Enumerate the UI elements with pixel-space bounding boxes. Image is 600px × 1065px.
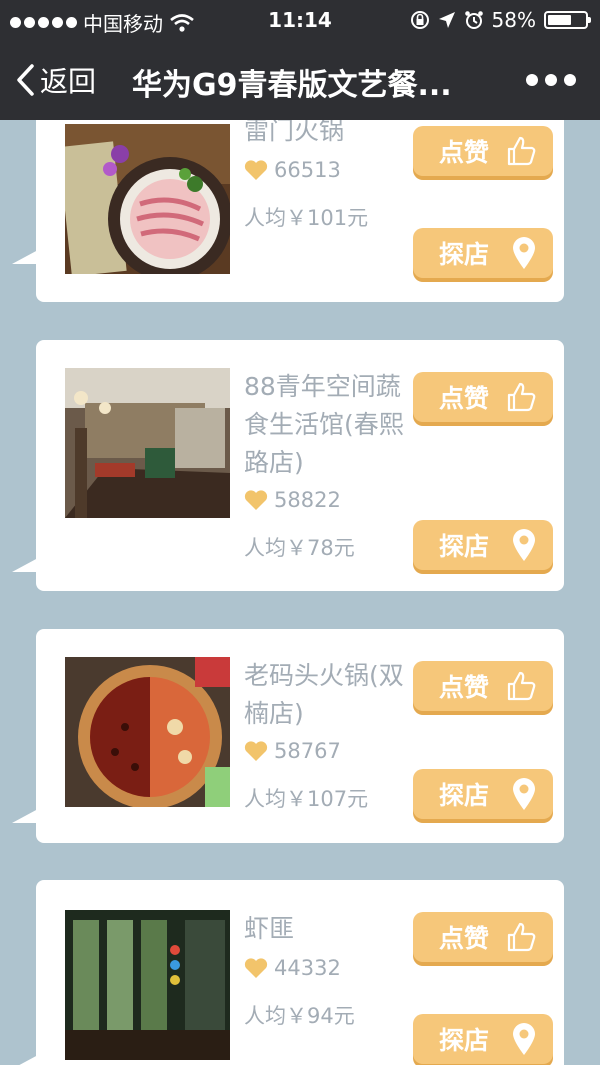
heart-icon bbox=[244, 958, 268, 978]
like-button[interactable]: 点赞 bbox=[413, 372, 553, 422]
like-count: 66513 bbox=[244, 158, 341, 182]
average-price: 人均￥101元 bbox=[244, 206, 369, 230]
like-button[interactable]: 点赞 bbox=[413, 912, 553, 962]
restaurant-card: 88青年空间蔬食生活馆(春熙路店) 58822 人均￥78元 点赞 探店 bbox=[12, 340, 564, 591]
restaurant-name: 雷门火锅 bbox=[244, 120, 345, 145]
more-menu-button[interactable] bbox=[526, 74, 576, 86]
restaurant-photo[interactable] bbox=[65, 124, 230, 274]
rotation-lock-icon bbox=[410, 11, 429, 29]
like-count-value: 58767 bbox=[274, 739, 341, 763]
thumbs-up-icon bbox=[507, 922, 536, 952]
restaurant-photo[interactable] bbox=[65, 910, 230, 1060]
thumbs-up-icon bbox=[507, 671, 536, 701]
visit-button-label: 探店 bbox=[439, 240, 490, 269]
average-price: 人均￥107元 bbox=[244, 787, 369, 811]
visit-button-label: 探店 bbox=[439, 1026, 490, 1055]
restaurant-photo[interactable] bbox=[65, 657, 230, 807]
thumbs-up-icon bbox=[507, 136, 536, 166]
back-label: 返回 bbox=[40, 65, 97, 98]
speech-tail bbox=[12, 809, 38, 823]
status-bar: 中国移动 11:14 58% bbox=[0, 0, 600, 40]
visit-button[interactable]: 探店 bbox=[413, 1014, 553, 1064]
battery-icon bbox=[544, 11, 591, 29]
page-title: 华为G9青春版文艺餐... bbox=[132, 68, 452, 103]
visit-button[interactable]: 探店 bbox=[413, 520, 553, 570]
like-button[interactable]: 点赞 bbox=[413, 661, 553, 711]
speech-tail bbox=[12, 250, 38, 264]
heart-icon bbox=[244, 741, 268, 761]
battery-percent: 58% bbox=[491, 8, 536, 32]
like-count: 58767 bbox=[244, 739, 341, 763]
location-pin-icon bbox=[513, 778, 535, 810]
like-count-value: 44332 bbox=[274, 956, 341, 980]
speech-tail bbox=[12, 558, 38, 572]
visit-button-label: 探店 bbox=[439, 532, 490, 561]
location-pin-icon bbox=[513, 237, 535, 269]
like-button[interactable]: 点赞 bbox=[413, 126, 553, 176]
speech-tail bbox=[12, 1055, 38, 1065]
back-button[interactable]: 返回 bbox=[14, 60, 96, 100]
alarm-icon bbox=[464, 11, 483, 29]
chevron-left-icon bbox=[17, 64, 34, 96]
like-button-label: 点赞 bbox=[439, 138, 490, 167]
thumbs-up-icon bbox=[507, 382, 536, 412]
like-count-value: 66513 bbox=[274, 158, 341, 182]
like-count: 44332 bbox=[244, 956, 341, 980]
restaurant-name: 88青年空间蔬食生活馆(春熙路店) bbox=[244, 372, 404, 477]
visit-button[interactable]: 探店 bbox=[413, 769, 553, 819]
average-price: 人均￥78元 bbox=[244, 536, 355, 560]
restaurant-photo[interactable] bbox=[65, 368, 230, 518]
restaurant-list[interactable]: 雷门火锅 66513 人均￥101元 点赞 探店 88青年空间蔬食生活馆(春熙路… bbox=[0, 120, 600, 1065]
location-pin-icon bbox=[513, 1023, 535, 1055]
like-button-label: 点赞 bbox=[439, 673, 490, 702]
location-arrow-icon bbox=[438, 12, 455, 28]
average-price: 人均￥94元 bbox=[244, 1004, 355, 1028]
restaurant-card: 雷门火锅 66513 人均￥101元 点赞 探店 bbox=[12, 120, 564, 302]
status-right: 58% bbox=[410, 8, 591, 32]
restaurant-card: 老码头火锅(双楠店) 58767 人均￥107元 点赞 探店 bbox=[12, 629, 564, 843]
restaurant-name: 虾匪 bbox=[244, 914, 295, 943]
visit-button-label: 探店 bbox=[439, 781, 490, 810]
like-count-value: 58822 bbox=[274, 488, 341, 512]
like-button-label: 点赞 bbox=[439, 384, 490, 413]
restaurant-name: 老码头火锅(双楠店) bbox=[244, 661, 404, 728]
like-count: 58822 bbox=[244, 488, 341, 512]
location-pin-icon bbox=[513, 529, 535, 561]
heart-icon bbox=[244, 160, 268, 180]
navigation-bar: 返回 华为G9青春版文艺餐... bbox=[0, 40, 600, 120]
heart-icon bbox=[244, 490, 268, 510]
like-button-label: 点赞 bbox=[439, 924, 490, 953]
visit-button[interactable]: 探店 bbox=[413, 228, 553, 278]
restaurant-card: 虾匪 44332 人均￥94元 点赞 探店 bbox=[12, 880, 564, 1065]
